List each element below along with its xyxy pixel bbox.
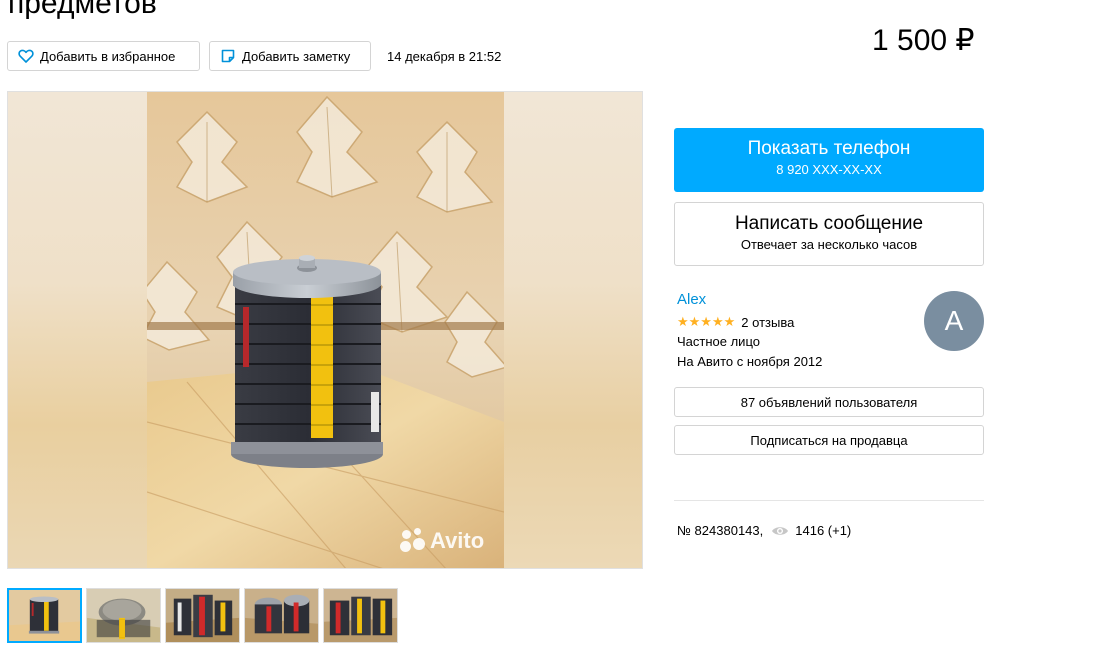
thumbnail-1-image	[9, 590, 80, 641]
show-phone-label: Показать телефон	[747, 138, 911, 159]
seller-rating: ★★★★★ 2 отзыва	[677, 314, 794, 330]
thumbnail-4[interactable]	[244, 588, 319, 643]
thumbnail-4-image	[245, 589, 318, 642]
avito-logo-icon	[400, 528, 426, 554]
thumbnail-1[interactable]	[7, 588, 82, 643]
photo-blur-left	[8, 92, 147, 568]
add-note-label: Добавить заметку	[242, 48, 351, 64]
subscribe-seller-button[interactable]: Подписаться на продавца	[674, 425, 984, 455]
thumbnail-5[interactable]	[323, 588, 398, 643]
reviews-link[interactable]: 2 отзыва	[741, 315, 794, 330]
add-note-button[interactable]: Добавить заметку	[209, 41, 371, 71]
phone-number-masked: 8 920 XXX-XX-XX	[776, 162, 882, 177]
seller-name-link[interactable]: Alex	[677, 291, 706, 308]
thumbnail-3[interactable]	[165, 588, 240, 643]
avito-watermark-text: Avito	[430, 528, 485, 553]
thumbnail-2-image	[87, 589, 160, 642]
main-photo[interactable]: Avito	[7, 91, 643, 569]
thumbnail-strip	[7, 588, 402, 643]
seller-since: На Авито с ноября 2012	[677, 354, 823, 369]
divider	[674, 500, 984, 501]
show-phone-button[interactable]: Показать телефон 8 920 XXX-XX-XX	[674, 128, 984, 192]
thumbnail-2[interactable]	[86, 588, 161, 643]
heart-icon	[18, 49, 34, 63]
thumbnail-3-image	[166, 589, 239, 642]
listing-title: предметов	[8, 0, 157, 20]
product-photo	[147, 92, 504, 568]
avito-watermark: Avito	[400, 528, 484, 554]
listing-date: 14 декабря в 21:52	[387, 49, 502, 64]
add-to-favorites-button[interactable]: Добавить в избранное	[7, 41, 200, 71]
add-to-favorites-label: Добавить в избранное	[40, 48, 176, 64]
photo-blur-right	[503, 92, 642, 568]
thumbnail-5-image	[324, 589, 397, 642]
listing-meta: № 824380143, 1416 (+1)	[677, 523, 851, 538]
note-icon	[221, 49, 235, 63]
response-time-text: Отвечает за несколько часов	[740, 237, 918, 252]
rating-stars-icon: ★★★★★	[677, 314, 736, 329]
write-message-button[interactable]: Написать сообщение Отвечает за несколько…	[674, 202, 984, 266]
avatar[interactable]: A	[924, 291, 984, 351]
seller-ads-button[interactable]: 87 объявлений пользователя	[674, 387, 984, 417]
listing-number: № 824380143,	[677, 523, 764, 538]
view-count: 1416 (+1)	[795, 523, 852, 538]
listing-price: 1 500 ₽	[872, 24, 975, 57]
eye-icon	[772, 526, 789, 535]
write-message-label: Написать сообщение	[734, 213, 924, 234]
seller-type: Частное лицо	[677, 334, 760, 349]
